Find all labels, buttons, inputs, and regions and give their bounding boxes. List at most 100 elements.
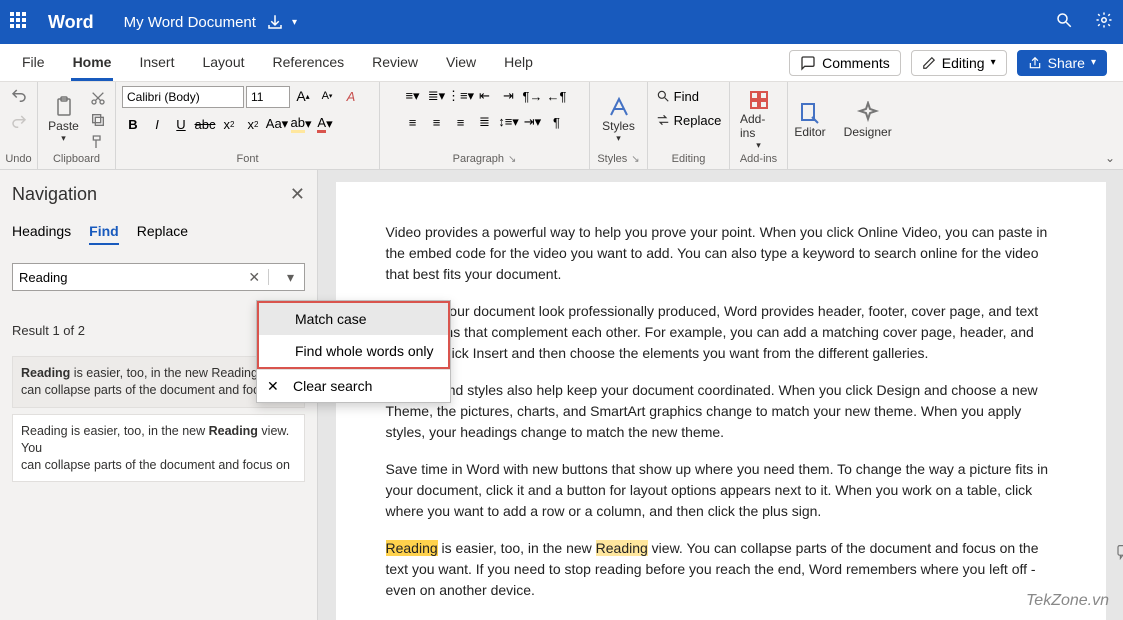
addins-btn-label: Add-ins <box>740 112 777 140</box>
undo-group-label: Undo <box>5 153 31 167</box>
editing-group-label: Editing <box>672 153 706 167</box>
menu-tabs: File Home Insert Layout References Revie… <box>0 44 1123 82</box>
app-launcher-icon[interactable] <box>10 12 30 32</box>
align-left-button[interactable]: ≡ <box>402 112 424 132</box>
font-size-select[interactable] <box>246 86 290 108</box>
tab-insert[interactable]: Insert <box>125 44 188 81</box>
nav-tab-replace[interactable]: Replace <box>137 223 188 245</box>
result-count-label: Result 1 of 2 <box>12 323 85 338</box>
numbering-button[interactable]: ≣▾ <box>426 86 448 106</box>
designer-label: Designer <box>844 125 892 139</box>
search-input[interactable] <box>19 270 244 285</box>
nav-tab-headings[interactable]: Headings <box>12 223 71 245</box>
multilevel-list-button[interactable]: ⋮≡▾ <box>450 86 472 106</box>
paste-button[interactable]: Paste ▾ <box>44 93 83 146</box>
tab-file[interactable]: File <box>8 44 59 81</box>
shrink-font-button[interactable]: A▾ <box>316 86 338 106</box>
strikethrough-button[interactable]: abc <box>194 114 216 134</box>
document-page[interactable]: Video provides a powerful way to help yo… <box>336 182 1106 620</box>
nav-title: Navigation <box>12 184 97 205</box>
highlight-color-button[interactable]: ab▾ <box>290 114 312 134</box>
italic-button[interactable]: I <box>146 114 168 134</box>
settings-gear-icon[interactable] <box>1095 11 1113 34</box>
title-bar: Word My Word Document ▾ <box>0 0 1123 44</box>
align-center-button[interactable]: ≡ <box>426 112 448 132</box>
comments-label: Comments <box>822 55 890 71</box>
designer-button[interactable]: Designer <box>840 99 896 141</box>
replace-button[interactable]: Replace <box>656 110 722 130</box>
navigation-pane: Navigation ✕ Headings Find Replace ✕ ▾ (… <box>0 170 318 620</box>
tab-view[interactable]: View <box>432 44 490 81</box>
tab-help[interactable]: Help <box>490 44 547 81</box>
tab-references[interactable]: References <box>259 44 359 81</box>
change-case-button[interactable]: Aa▾ <box>266 114 288 134</box>
comments-button[interactable]: Comments <box>789 50 901 76</box>
redo-button[interactable] <box>8 112 30 132</box>
whole-words-option[interactable]: Find whole words only <box>259 335 448 367</box>
paragraph[interactable]: Video provides a powerful way to help yo… <box>386 222 1056 285</box>
styles-group-label: Styles <box>597 153 627 167</box>
copy-button[interactable] <box>87 110 109 130</box>
document-name[interactable]: My Word Document <box>124 14 256 31</box>
editor-button[interactable]: Editor <box>790 99 829 141</box>
styles-button[interactable]: Styles ▾ <box>598 93 639 146</box>
share-label: Share <box>1048 55 1085 71</box>
format-painter-button[interactable] <box>87 132 109 152</box>
indent-special-button[interactable]: ⇥▾ <box>522 112 544 132</box>
cut-button[interactable] <box>87 88 109 108</box>
search-options-dropdown[interactable]: ▾ <box>287 269 294 286</box>
editing-mode-button[interactable]: Editing ▾ <box>911 50 1007 76</box>
find-button[interactable]: Find <box>656 86 699 106</box>
bold-button[interactable]: B <box>122 114 144 134</box>
clear-formatting-button[interactable]: A <box>340 86 362 106</box>
watermark: TekZone.vn <box>1026 592 1109 610</box>
clear-search-option[interactable]: ✕ Clear search <box>257 369 450 402</box>
font-name-select[interactable] <box>122 86 244 108</box>
comment-marker-icon[interactable] <box>1116 544 1123 565</box>
search-highlight: Reading <box>596 540 648 556</box>
align-right-button[interactable]: ≡ <box>450 112 472 132</box>
saved-indicator-icon <box>266 13 284 31</box>
addins-button[interactable]: Add-ins ▾ <box>736 86 781 153</box>
search-box: ✕ ▾ <box>12 263 305 291</box>
paragraph[interactable]: Reading is easier, too, in the new Readi… <box>386 538 1056 601</box>
justify-button[interactable]: ≣ <box>474 112 496 132</box>
paragraph[interactable]: Themes and styles also help keep your do… <box>386 380 1056 443</box>
underline-button[interactable]: U <box>170 114 192 134</box>
match-case-option[interactable]: Match case <box>259 303 448 335</box>
styles-launcher-icon[interactable]: ↘ <box>631 154 639 165</box>
paragraph[interactable]: To make your document look professionall… <box>386 301 1056 364</box>
tab-review[interactable]: Review <box>358 44 432 81</box>
font-color-button[interactable]: A▾ <box>314 114 336 134</box>
ltr-button[interactable]: ¶→ <box>522 86 544 106</box>
paste-label: Paste <box>48 119 79 133</box>
nav-close-button[interactable]: ✕ <box>290 184 305 205</box>
share-button[interactable]: Share ▾ <box>1017 50 1107 76</box>
search-result-item[interactable]: Reading is easier, too, in the new Readi… <box>12 414 305 483</box>
line-spacing-button[interactable]: ↕≡▾ <box>498 112 520 132</box>
subscript-button[interactable]: x2 <box>218 114 240 134</box>
chevron-down-icon: ▾ <box>991 57 996 68</box>
paragraph-launcher-icon[interactable]: ↘ <box>508 154 516 165</box>
close-icon: ✕ <box>267 378 279 395</box>
superscript-button[interactable]: x2 <box>242 114 264 134</box>
clear-search-icon[interactable]: ✕ <box>248 269 260 286</box>
document-dropdown-icon[interactable]: ▾ <box>292 17 297 28</box>
tab-layout[interactable]: Layout <box>188 44 258 81</box>
nav-tab-find[interactable]: Find <box>89 223 119 245</box>
decrease-indent-button[interactable]: ⇤ <box>474 86 496 106</box>
search-icon[interactable] <box>1055 11 1073 34</box>
show-marks-button[interactable]: ¶ <box>546 112 568 132</box>
undo-button[interactable] <box>8 86 30 106</box>
collapse-ribbon-button[interactable]: ⌄ <box>1105 151 1115 165</box>
rtl-button[interactable]: ←¶ <box>546 86 568 106</box>
ribbon: Undo Paste ▾ Clipboard A▴ A▾ A <box>0 82 1123 170</box>
grow-font-button[interactable]: A▴ <box>292 86 314 106</box>
find-label: Find <box>674 89 699 104</box>
app-brand: Word <box>48 12 94 33</box>
tab-home[interactable]: Home <box>59 44 126 81</box>
paragraph[interactable]: Save time in Word with new buttons that … <box>386 459 1056 522</box>
increase-indent-button[interactable]: ⇥ <box>498 86 520 106</box>
clipboard-group-label: Clipboard <box>53 153 100 167</box>
bullets-button[interactable]: ≡▾ <box>402 86 424 106</box>
